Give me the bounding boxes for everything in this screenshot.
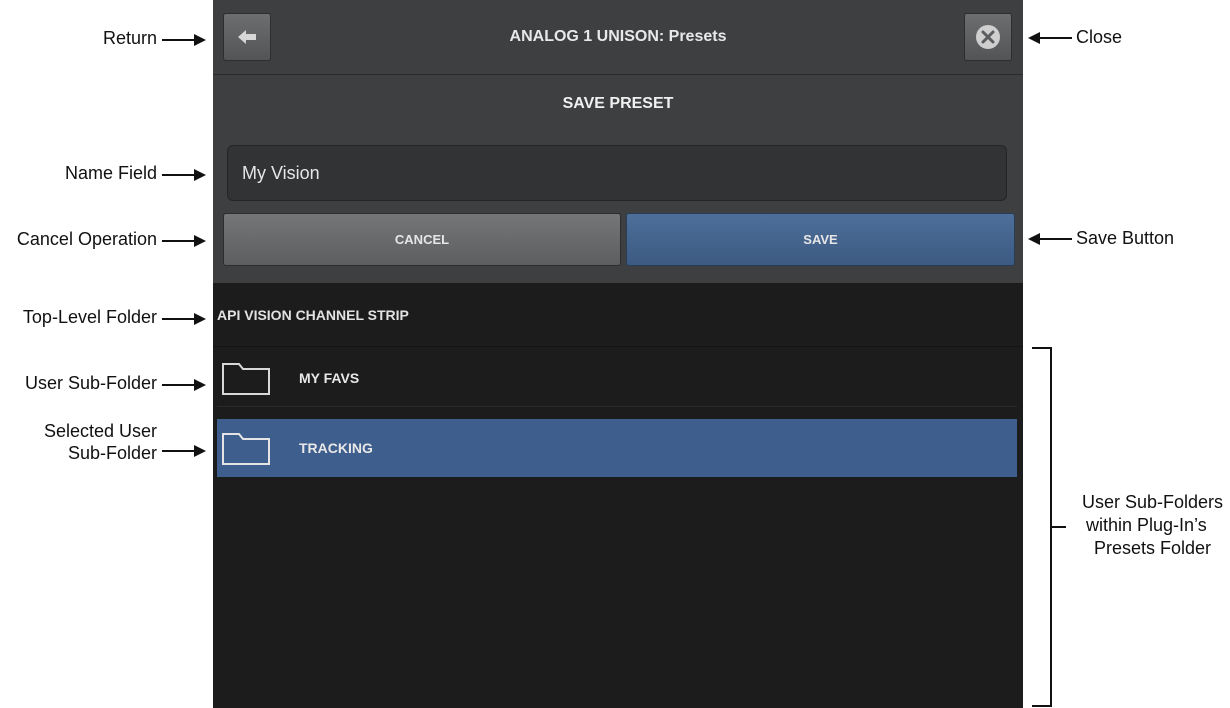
annotation-arrow xyxy=(1028,233,1072,245)
annotation-name-field: Name Field xyxy=(64,163,157,183)
annotation-arrow xyxy=(162,379,206,391)
window-title: ANALOG 1 UNISON: Presets xyxy=(509,28,727,45)
annotation-return: Return xyxy=(102,28,157,48)
annotation-subfolders-line1: User Sub-Folders xyxy=(1082,492,1224,512)
annotation-save-button: Save Button xyxy=(1076,228,1175,248)
annotation-subfolders-line3: Presets Folder xyxy=(1094,538,1212,558)
close-button[interactable] xyxy=(964,13,1012,61)
folder-label: MY FAVS xyxy=(299,369,360,386)
annotation-selected-line1: Selected User xyxy=(43,421,157,441)
section-title: SAVE PRESET xyxy=(562,95,674,112)
annotation-cancel-operation: Cancel Operation xyxy=(16,229,157,249)
cancel-button[interactable]: CANCEL xyxy=(223,213,621,266)
annotation-subfolders-line2: within Plug-In’s xyxy=(1086,515,1207,535)
return-button[interactable] xyxy=(223,13,271,61)
folder-row-my-favs[interactable]: MY FAVS xyxy=(217,349,1017,407)
annotation-bracket xyxy=(1032,347,1052,707)
annotation-arrow xyxy=(162,169,206,181)
annotation-top-level-folder: Top-Level Folder xyxy=(22,307,157,327)
annotation-selected-line2: Sub-Folder xyxy=(67,443,157,463)
annotation-arrow xyxy=(162,313,206,325)
top-level-folder[interactable]: API VISION CHANNEL STRIP xyxy=(213,283,1023,347)
close-circle-icon xyxy=(976,25,1000,49)
folder-icon xyxy=(222,433,270,465)
save-button[interactable]: SAVE xyxy=(626,213,1015,266)
preset-name-field[interactable] xyxy=(227,145,1007,201)
annotation-arrow xyxy=(1028,32,1072,44)
save-preset-header: ANALOG 1 UNISON: Presets SAVE PRESET CAN… xyxy=(213,0,1023,283)
annotation-arrow xyxy=(162,235,206,247)
folder-icon xyxy=(222,362,270,395)
annotation-arrow xyxy=(162,34,206,46)
folder-row-tracking-selected[interactable]: TRACKING xyxy=(217,419,1017,477)
folder-label: TRACKING xyxy=(299,440,373,456)
annotation-close: Close xyxy=(1076,27,1123,47)
annotation-bracket-tick xyxy=(1050,526,1066,528)
presets-panel: ANALOG 1 UNISON: Presets SAVE PRESET CAN… xyxy=(213,0,1023,708)
annotation-arrow xyxy=(162,445,206,457)
annotation-user-sub-folder: User Sub-Folder xyxy=(24,373,157,393)
title-bar: ANALOG 1 UNISON: Presets xyxy=(213,0,1023,75)
arrow-left-icon xyxy=(238,30,256,44)
